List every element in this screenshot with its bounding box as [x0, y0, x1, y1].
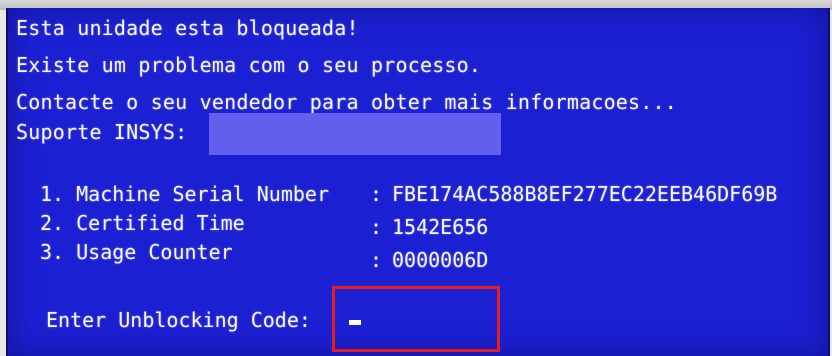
- blue-lock-screen: Esta unidade esta bloqueada! Existe um p…: [6, 8, 830, 356]
- detail-label-usage-counter: 3. Usage Counter: [40, 240, 233, 264]
- detail-colon-usage-counter: :: [370, 248, 383, 272]
- detail-label-certified-time: 2. Certified Time: [40, 211, 245, 235]
- unblocking-code-highlight-box: [332, 286, 500, 352]
- monitor-frame: Esta unidade esta bloqueada! Existe um p…: [0, 0, 832, 356]
- unblocking-code-label: Enter Unblocking Code:: [46, 308, 311, 332]
- detail-value-certified-time: 1542E656: [392, 215, 489, 239]
- lock-message-line-1: Esta unidade esta bloqueada!: [16, 16, 359, 40]
- detail-colon-certified-time: :: [370, 215, 383, 239]
- support-label: Suporte INSYS:: [16, 120, 188, 144]
- redacted-support-contact: [209, 113, 501, 155]
- detail-colon-serial: :: [370, 182, 383, 206]
- detail-value-usage-counter: 0000006D: [392, 248, 489, 272]
- detail-label-serial: 1. Machine Serial Number: [40, 182, 329, 206]
- lock-message-line-3: Contacte o seu vendedor para obter mais …: [16, 90, 678, 114]
- detail-value-serial: FBE174AC588B8EF277EC22EEB46DF69B: [392, 182, 778, 206]
- lock-message-line-2: Existe um problema com o seu processo.: [16, 53, 482, 77]
